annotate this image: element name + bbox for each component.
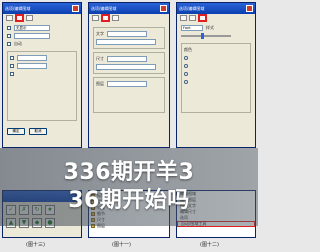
tool-icon[interactable] [92, 15, 99, 21]
caption-left: (图十三) [26, 242, 45, 248]
middle-options-window: 选项/编辑图域 文字 尺寸 图层 [88, 2, 170, 148]
banner-line-2: 36期开始吗 [68, 188, 190, 213]
middle-toolbar [89, 14, 169, 22]
text-input[interactable] [107, 31, 147, 37]
screenshot-stage: 选项/编辑图域 无显示 自动 确定 取消 选项/编辑图域 文字 尺寸 图层 选项… [0, 0, 258, 252]
size-group: 尺寸 [93, 52, 165, 74]
display-field[interactable]: 无显示 [14, 25, 50, 31]
title-banner: 336期开羊3 36期开始吗 [0, 148, 258, 226]
tool-icon[interactable] [6, 15, 13, 21]
size-input[interactable] [107, 56, 147, 62]
text-input[interactable] [96, 39, 156, 45]
caption-right: (图十二) [200, 242, 219, 248]
checkbox[interactable] [10, 72, 14, 76]
checkbox[interactable] [7, 42, 11, 46]
size-slider[interactable] [181, 33, 231, 39]
layer-group: 图层 [93, 77, 165, 113]
tool-icon[interactable] [180, 15, 187, 21]
checkbox[interactable] [7, 34, 11, 38]
left-options-group [7, 51, 77, 121]
caption-middle: (图十一) [112, 242, 131, 248]
radio-button[interactable] [184, 72, 188, 76]
tool-icon[interactable] [26, 15, 33, 21]
slider-knob[interactable] [201, 33, 204, 39]
left-window-titlebar: 选项/编辑图域 [3, 3, 81, 14]
close-icon[interactable] [246, 5, 253, 12]
font-select[interactable]: Font [181, 25, 203, 31]
left-options-window: 选项/编辑图域 无显示 自动 确定 取消 [2, 2, 82, 148]
right-options-window: 选项/编辑图域 Font 样式 颜色 [176, 2, 256, 148]
style-label: 样式 [206, 25, 214, 30]
radio-button[interactable] [184, 56, 188, 60]
tool-icon[interactable] [112, 15, 119, 21]
close-icon[interactable] [160, 5, 167, 12]
middle-window-titlebar: 选项/编辑图域 [89, 3, 169, 14]
right-toolbar [177, 14, 255, 22]
close-icon[interactable] [72, 5, 79, 12]
highlighted-tool-icon[interactable] [198, 14, 207, 22]
highlighted-tool-icon[interactable] [15, 14, 24, 22]
checkbox[interactable] [7, 26, 11, 30]
layer-input[interactable] [107, 81, 147, 87]
group-label: 文字 [96, 31, 104, 36]
ok-button[interactable]: 确定 [7, 127, 25, 135]
group-label: 图层 [96, 81, 104, 86]
checkbox[interactable] [10, 56, 14, 60]
left-window-title: 选项/编辑图域 [5, 5, 31, 11]
middle-window-title: 选项/编辑图域 [91, 5, 117, 11]
tool-icon[interactable] [189, 15, 196, 21]
right-window-title: 选项/编辑图域 [179, 5, 205, 11]
checkbox[interactable] [10, 64, 14, 68]
text-field[interactable] [14, 33, 50, 39]
option-field[interactable] [17, 55, 47, 61]
group-label: 尺寸 [96, 56, 104, 61]
highlighted-tool-icon[interactable] [101, 14, 110, 22]
size-input[interactable] [96, 64, 156, 70]
left-toolbar [3, 14, 81, 22]
banner-line-1: 336期开羊3 [63, 160, 195, 185]
radio-button[interactable] [184, 80, 188, 84]
color-label: 颜色 [184, 47, 192, 52]
right-window-titlebar: 选项/编辑图域 [177, 3, 255, 14]
cancel-button[interactable]: 取消 [29, 127, 47, 135]
side-label: 自动 [14, 41, 22, 46]
radio-button[interactable] [184, 64, 188, 68]
text-group: 文字 [93, 27, 165, 49]
option-field[interactable] [17, 63, 47, 69]
color-group: 颜色 [181, 43, 251, 113]
